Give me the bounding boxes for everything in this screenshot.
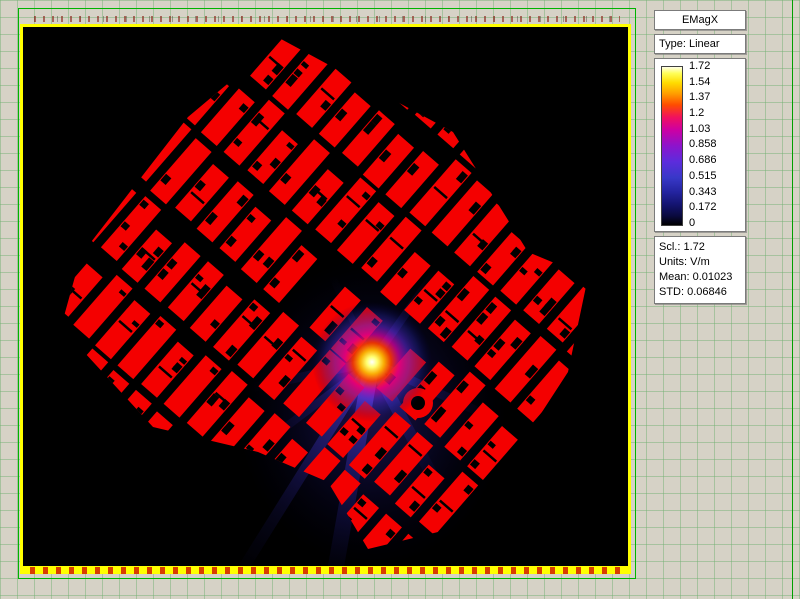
em-core	[312, 302, 432, 422]
scale-tick-label: 1.2	[689, 107, 705, 120]
scale-tick-label: 0	[689, 216, 696, 229]
scale-tick-label: 0.858	[689, 138, 717, 151]
colorbar-ticks: 1.72 1.54 1.37 1.2 1.03 0.858 0.686 0.51…	[689, 61, 717, 229]
scale-tick-label: 1.37	[689, 91, 711, 104]
scale-tick-label: 0.343	[689, 185, 717, 198]
field-canvas[interactable]	[23, 27, 628, 566]
colorbar: 1.72 1.54 1.37 1.2 1.03 0.858 0.686 0.51…	[654, 58, 746, 232]
bottom-clip-marks	[30, 567, 625, 574]
scale-tick-label: 0.515	[689, 169, 717, 182]
scale-tick-label: 1.03	[689, 122, 711, 135]
legend-panel[interactable]: EMagX Type: Linear 1.72 1.54 1.37 1.2 1.…	[654, 10, 746, 308]
legend-type: Type: Linear	[654, 34, 746, 54]
scale-tick-label: 1.54	[689, 75, 711, 88]
stat-std: STD: 0.06846	[659, 286, 727, 298]
legend-title: EMagX	[654, 10, 746, 30]
scale-tick-label: 0.172	[689, 201, 717, 214]
stat-scl: Scl.: 1.72	[659, 241, 705, 253]
top-clip-marks	[34, 16, 620, 22]
scale-tick-label: 1.72	[689, 60, 711, 72]
scale-tick-label: 0.686	[689, 154, 717, 167]
stat-units: Units: V/m	[659, 256, 710, 268]
workspace: { "legend": { "title": "EMagX", "type_la…	[0, 0, 800, 599]
stat-mean: Mean: 0.01023	[659, 271, 733, 283]
window-edge-line	[792, 0, 793, 599]
viewport-frame[interactable]	[20, 24, 631, 574]
legend-stats: Scl.: 1.72 Units: V/m Mean: 0.01023 STD:…	[654, 236, 746, 304]
colorbar-gradient	[661, 66, 683, 226]
